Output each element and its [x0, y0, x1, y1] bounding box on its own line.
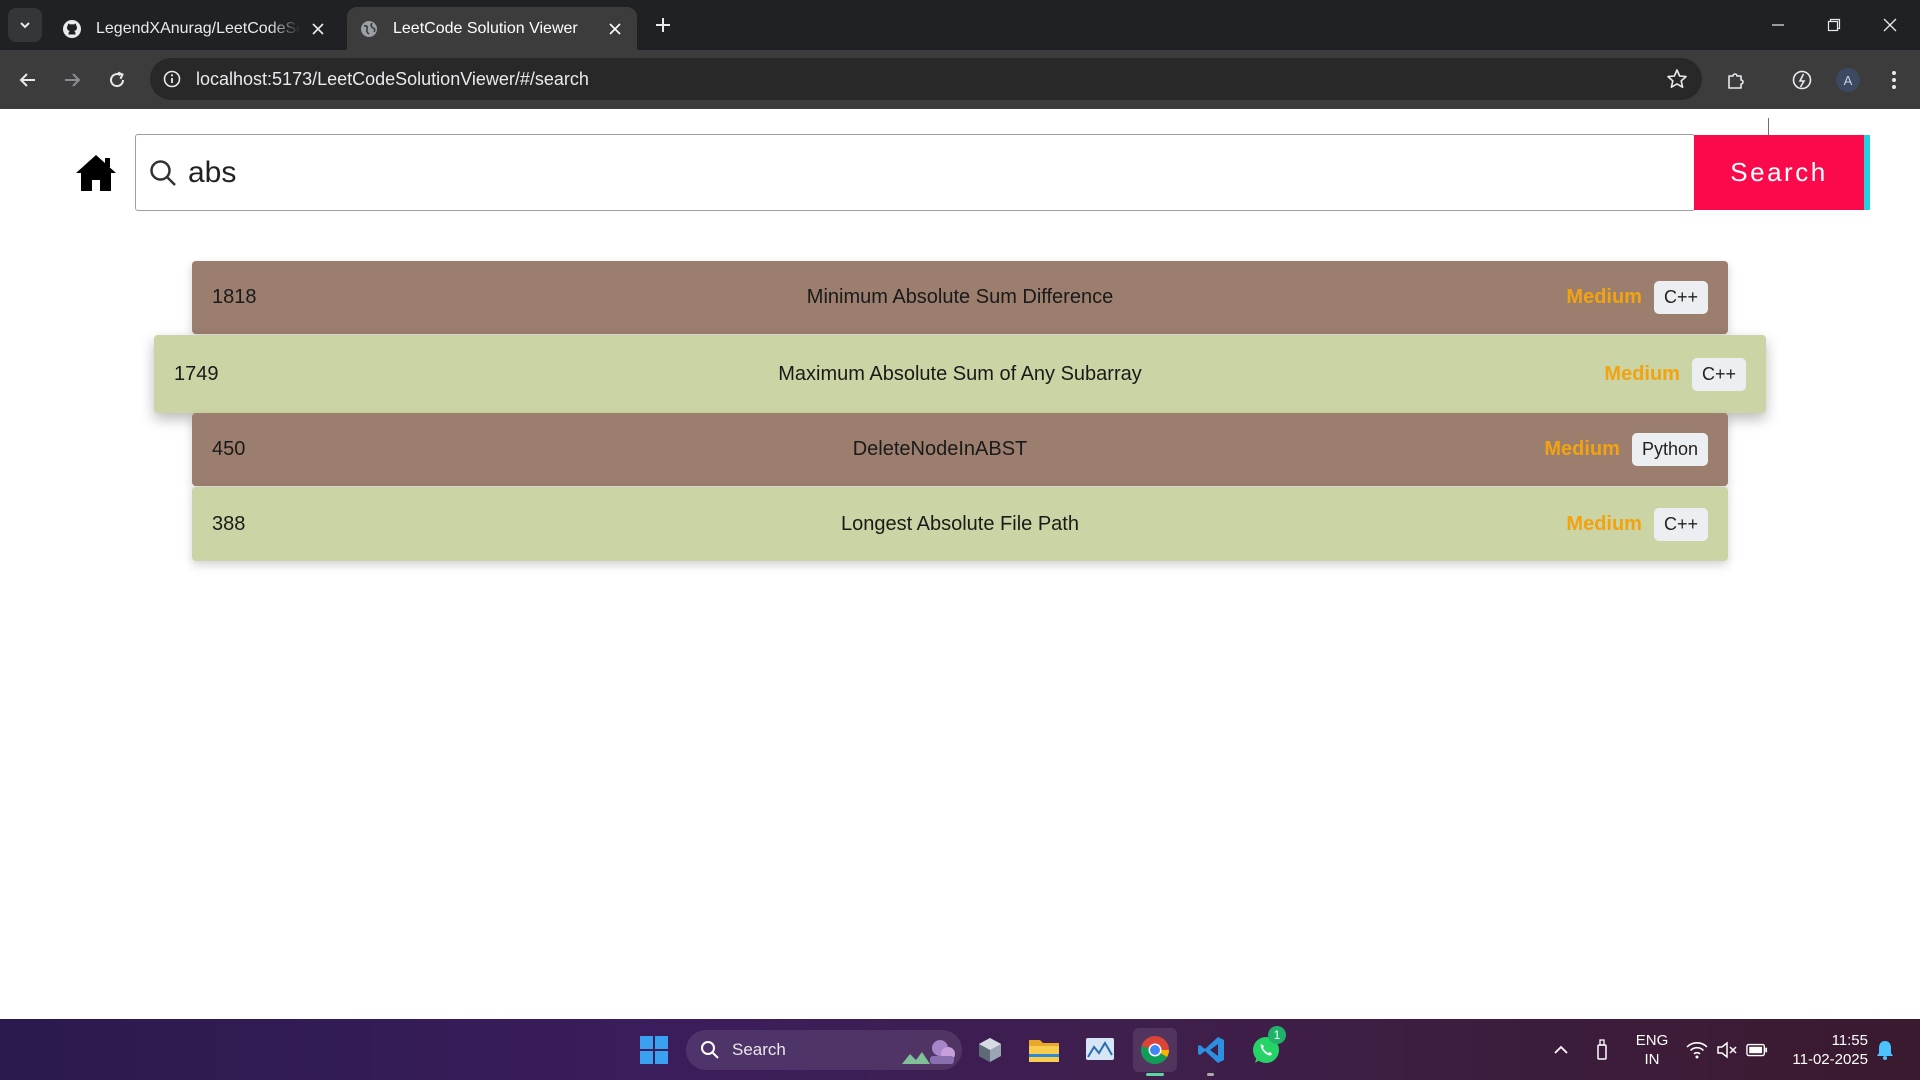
- browser-tab-bar: LegendXAnurag/LeetCodeSolutionViewer Lee…: [0, 0, 1920, 50]
- github-icon: [62, 19, 82, 39]
- problem-number: 1818: [212, 286, 257, 308]
- more-vert-icon: [1892, 71, 1896, 89]
- result-row[interactable]: 1749 Maximum Absolute Sum of Any Subarra…: [154, 335, 1766, 413]
- problem-title: Maximum Absolute Sum of Any Subarray: [778, 362, 1142, 385]
- open-app-indicator: [1207, 1073, 1214, 1076]
- language-badge: C++: [1653, 507, 1708, 541]
- problem-title: DeleteNodeInABST: [852, 438, 1028, 460]
- tab-title: LeetCode Solution Viewer: [393, 19, 578, 37]
- problem-number: 388: [212, 512, 246, 535]
- browser-tab-github[interactable]: LegendXAnurag/LeetCodeSolutionViewer: [50, 7, 340, 50]
- speedometer-icon: [1792, 70, 1812, 90]
- problem-title: Longest Absolute File Path: [841, 512, 1079, 535]
- taskbar-app-whatsapp[interactable]: 1: [1244, 1026, 1288, 1072]
- input-language-indicator[interactable]: ENG IN: [1628, 1031, 1676, 1069]
- taskbar-app-terminal[interactable]: [968, 1028, 1012, 1072]
- problem-number: 1749: [174, 362, 219, 385]
- windows-taskbar: Search 1 ENG IN 11:55 11-02-2025: [0, 1019, 1920, 1080]
- browser-toolbar: localhost:5173/LeetCodeSolutionViewer/#/…: [0, 50, 1920, 140]
- result-row[interactable]: 388 Longest Absolute File Path Medium C+…: [192, 487, 1728, 561]
- close-window-button[interactable]: [1862, 0, 1918, 50]
- clock[interactable]: 11:55 11-02-2025: [1782, 1031, 1868, 1069]
- profile-button[interactable]: A: [1832, 64, 1864, 96]
- search-button[interactable]: Search: [1694, 135, 1870, 210]
- region-code: IN: [1644, 1051, 1660, 1068]
- language-badge: C++: [1691, 357, 1746, 391]
- start-button[interactable]: [632, 1028, 676, 1072]
- forward-button[interactable]: [56, 64, 88, 96]
- plus-icon: [656, 18, 670, 32]
- puzzle-icon: [1728, 73, 1744, 89]
- chart-app-icon: [1086, 1038, 1114, 1060]
- bookmark-star-icon[interactable]: [1666, 68, 1688, 90]
- close-tab-icon[interactable]: [605, 19, 625, 39]
- volume-muted-icon[interactable]: [1716, 1039, 1738, 1061]
- taskbar-app-file-explorer[interactable]: [1022, 1028, 1066, 1072]
- windows-logo-icon: [640, 1036, 668, 1064]
- taskbar-app-chrome[interactable]: [1133, 1028, 1177, 1076]
- result-row[interactable]: 450 DeleteNodeInABST Medium Python: [192, 413, 1728, 486]
- tab-search-button[interactable]: [8, 8, 42, 42]
- reload-icon: [110, 71, 125, 88]
- taskbar-search[interactable]: Search: [686, 1030, 962, 1070]
- taskbar-app-monitor[interactable]: [1078, 1028, 1122, 1072]
- minimize-button[interactable]: [1750, 0, 1806, 50]
- notification-badge: 1: [1268, 1026, 1286, 1044]
- usb-device-icon[interactable]: [1591, 1039, 1613, 1061]
- chrome-icon: [1140, 1036, 1169, 1064]
- language-badge: Python: [1631, 433, 1708, 466]
- vscode-icon: [1198, 1037, 1224, 1063]
- close-tab-icon[interactable]: [308, 19, 328, 39]
- bell-icon: [1877, 1041, 1893, 1060]
- chevron-down-icon: [20, 22, 30, 29]
- performance-button[interactable]: [1786, 64, 1818, 96]
- difficulty-label: Medium: [1566, 512, 1642, 535]
- notifications-button[interactable]: [1874, 1039, 1896, 1061]
- active-app-indicator: [1146, 1073, 1164, 1076]
- url-text: localhost:5173/LeetCodeSolutionViewer/#/…: [196, 68, 589, 89]
- back-button[interactable]: [12, 64, 44, 96]
- globe-icon: [359, 19, 379, 39]
- clock-time: 11:55: [1831, 1032, 1868, 1049]
- extensions-button[interactable]: [1720, 64, 1752, 96]
- chevron-up-icon: [1554, 1045, 1568, 1054]
- folder-icon: [1029, 1040, 1059, 1062]
- taskbar-search-label: Search: [732, 1040, 786, 1059]
- taskbar-app-vscode[interactable]: [1189, 1028, 1233, 1076]
- browser-menu-button[interactable]: [1878, 64, 1910, 96]
- difficulty-label: Medium: [1604, 362, 1680, 385]
- new-tab-button[interactable]: [650, 12, 676, 38]
- battery-icon[interactable]: [1746, 1039, 1768, 1061]
- wifi-icon[interactable]: [1686, 1039, 1708, 1061]
- restore-button[interactable]: [1806, 0, 1862, 50]
- reload-button[interactable]: [101, 64, 133, 96]
- search-input[interactable]: [188, 155, 1588, 190]
- language-badge: C++: [1653, 281, 1708, 314]
- result-row[interactable]: 1818 Minimum Absolute Sum Difference Med…: [192, 261, 1728, 334]
- avatar: A: [1836, 68, 1860, 92]
- search-icon: [150, 159, 176, 186]
- search-icon: [701, 1041, 719, 1059]
- arrow-right-icon: [65, 73, 81, 87]
- clock-date: 11-02-2025: [1792, 1051, 1868, 1068]
- difficulty-label: Medium: [1566, 286, 1642, 308]
- address-bar[interactable]: localhost:5173/LeetCodeSolutionViewer/#/…: [150, 58, 1702, 100]
- minimize-icon: [1772, 24, 1784, 26]
- home-icon[interactable]: [75, 154, 117, 192]
- problem-title: Minimum Absolute Sum Difference: [806, 286, 1114, 308]
- tab-title: LegendXAnurag/LeetCodeSolutionViewer: [96, 19, 300, 37]
- search-field[interactable]: [135, 134, 1695, 211]
- difficulty-label: Medium: [1544, 438, 1620, 460]
- close-icon: [1883, 18, 1897, 32]
- arrow-left-icon: [19, 73, 35, 87]
- restore-icon: [1827, 18, 1841, 32]
- language-code: ENG: [1635, 1032, 1669, 1049]
- site-info-icon[interactable]: [162, 69, 182, 89]
- show-hidden-icons-button[interactable]: [1550, 1039, 1572, 1061]
- cube-app-icon: [979, 1038, 1001, 1062]
- browser-tab-active[interactable]: LeetCode Solution Viewer: [347, 7, 637, 50]
- problem-number: 450: [212, 438, 246, 460]
- search-highlight-illustration-icon: [902, 1040, 955, 1064]
